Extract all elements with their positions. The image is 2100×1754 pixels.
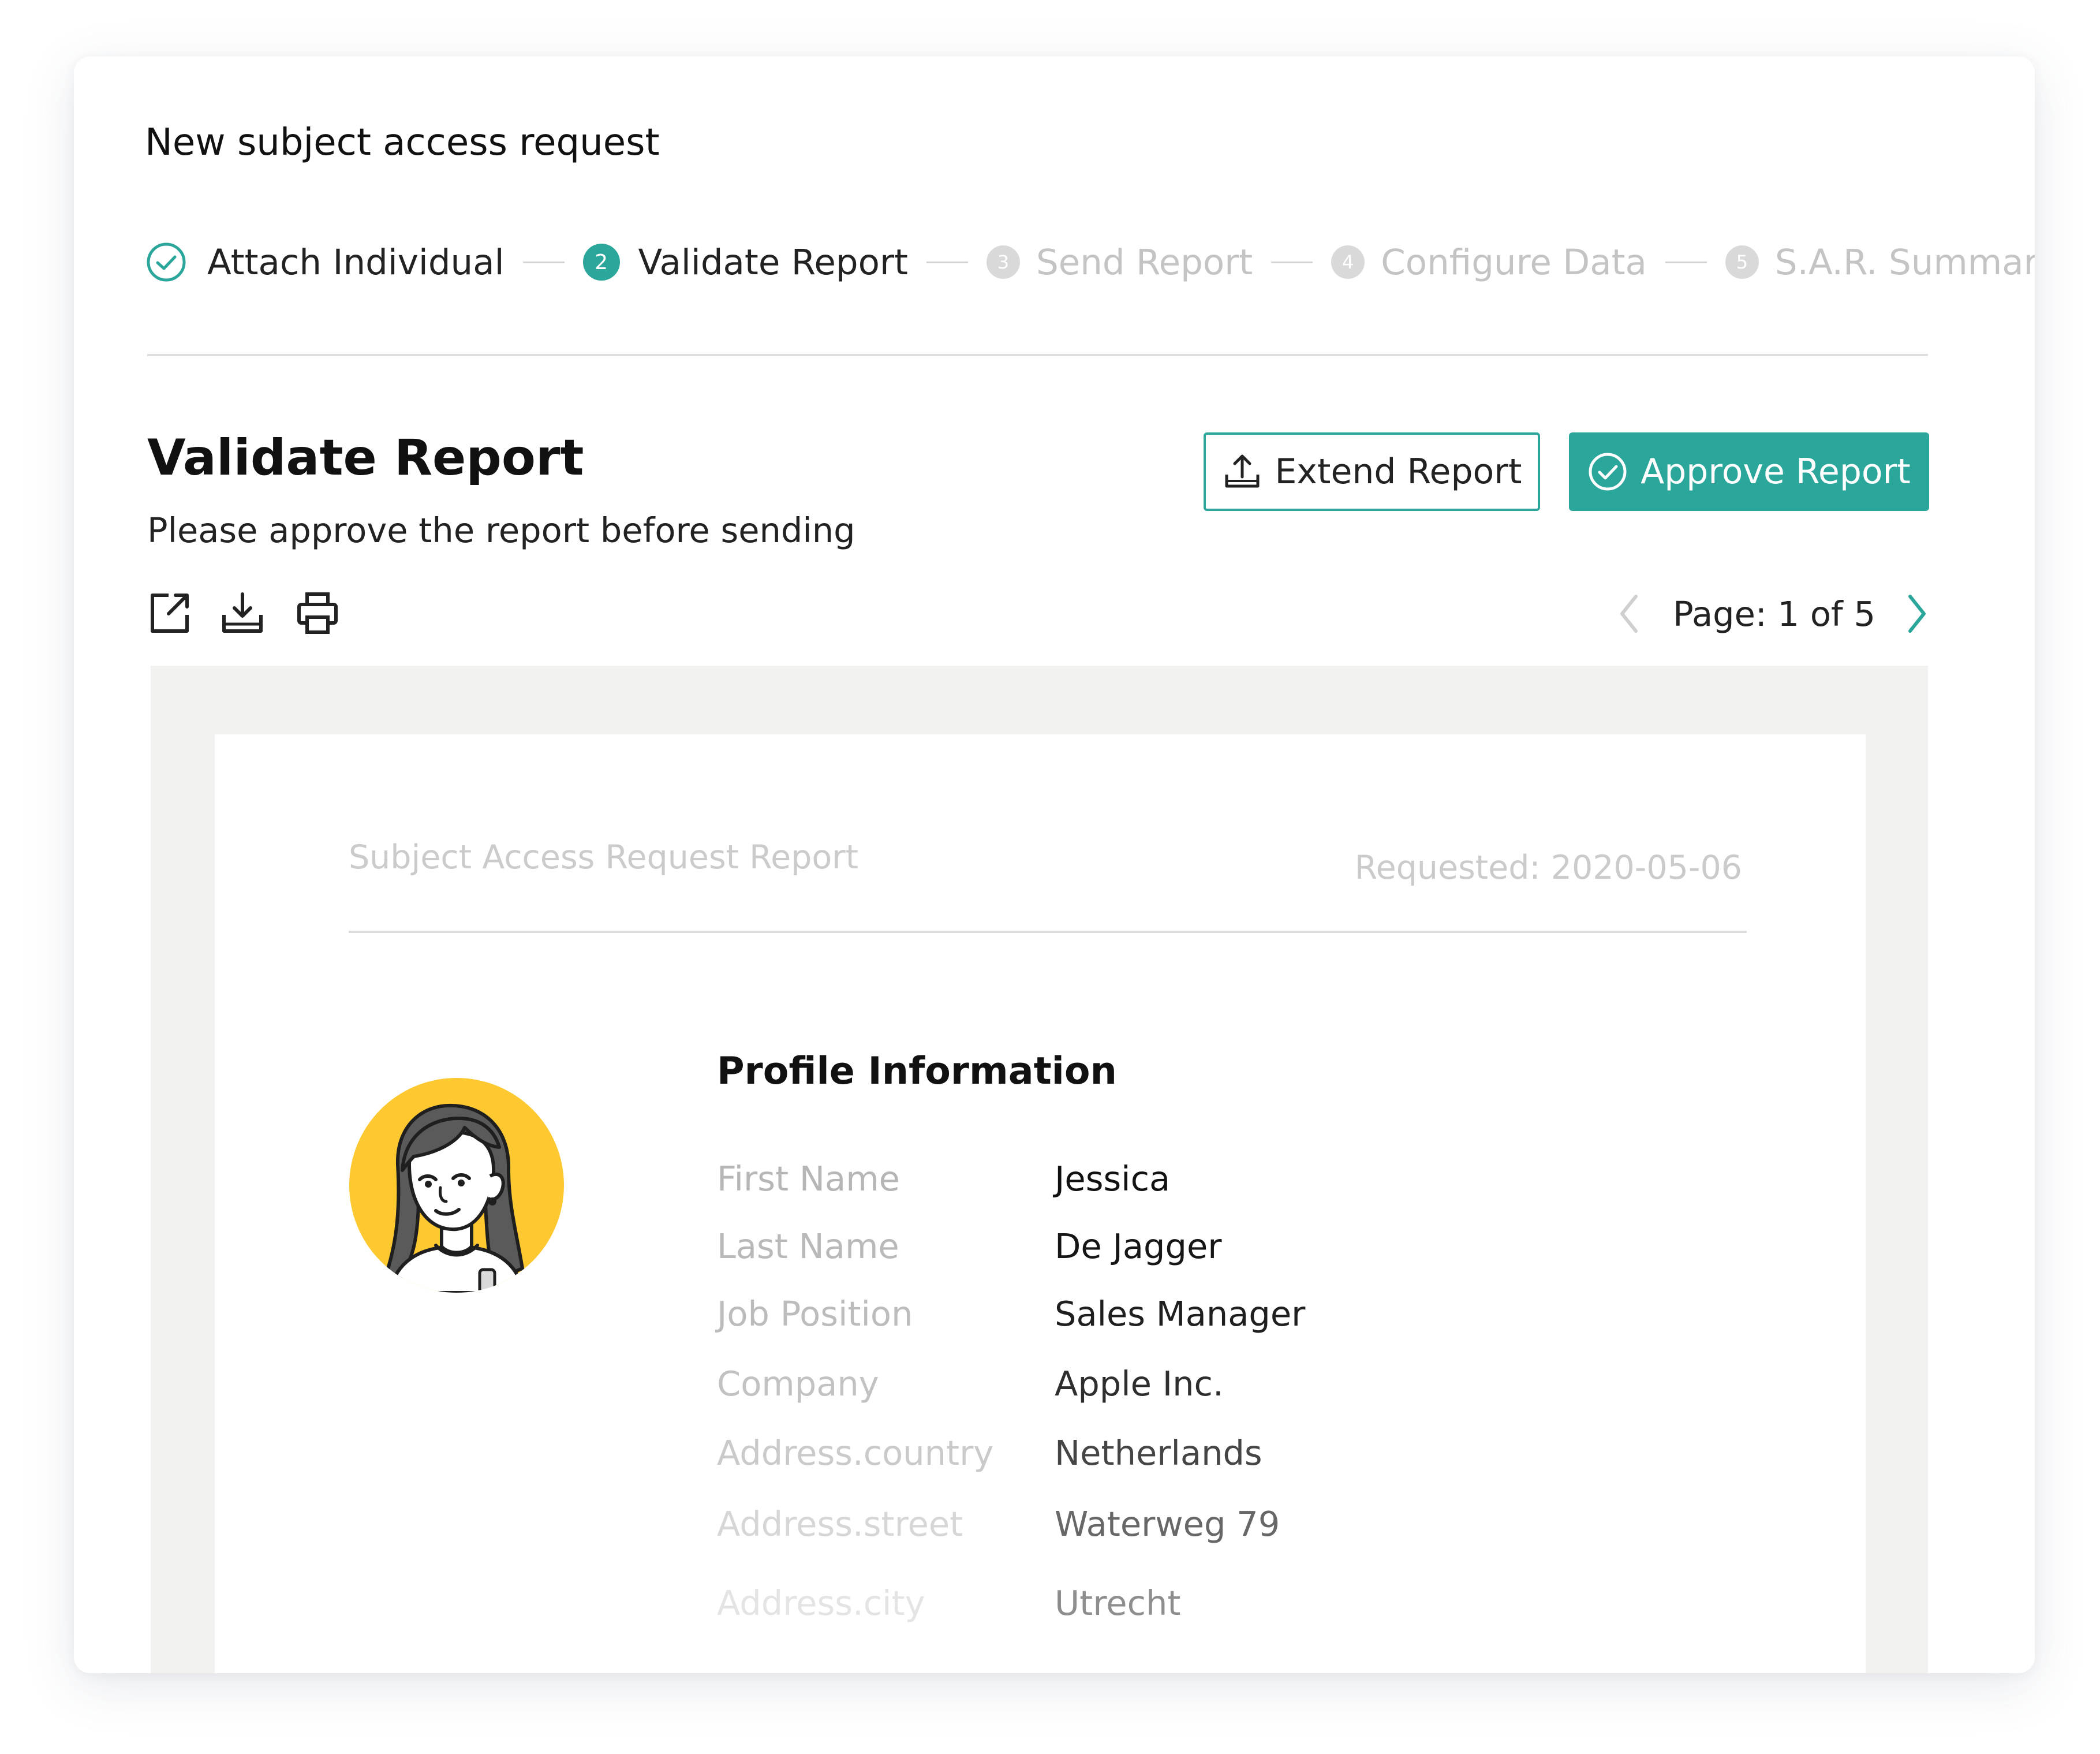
upload-icon xyxy=(1225,454,1260,488)
sar-dialog: New subject access request Attach Indivi… xyxy=(74,57,2035,1673)
report-divider xyxy=(349,931,1747,933)
report-page: Subject Access Request Report Requested:… xyxy=(215,734,1866,1673)
step-label: Attach Individual xyxy=(207,241,505,283)
field-label-address-street: Address.street xyxy=(717,1504,963,1544)
field-label-last-name: Last Name xyxy=(717,1226,899,1266)
page-indicator: Page: 1 of 5 xyxy=(1673,594,1875,634)
step-number: 4 xyxy=(1331,245,1365,279)
stepper-divider xyxy=(147,354,1928,356)
dialog-title: New subject access request xyxy=(145,121,660,164)
report-requested-date: Requested: 2020-05-06 xyxy=(1354,849,1742,887)
step-configure-data[interactable]: 4 Configure Data xyxy=(1331,242,1647,283)
open-external-icon[interactable] xyxy=(148,591,192,636)
check-circle-icon xyxy=(147,242,186,282)
field-value-address-street: Waterweg 79 xyxy=(1055,1504,1280,1544)
avatar xyxy=(349,1078,564,1293)
step-label: S.A.R. Summary xyxy=(1774,241,2035,283)
step-label: Configure Data xyxy=(1381,241,1647,283)
section-subtitle: Please approve the report before sending xyxy=(147,510,855,550)
field-label-company: Company xyxy=(717,1364,879,1404)
extend-report-label: Extend Report xyxy=(1275,451,1522,492)
step-separator xyxy=(1271,261,1313,263)
profile-information-title: Profile Information xyxy=(717,1050,1117,1093)
chevron-right-icon[interactable] xyxy=(1905,593,1929,635)
approve-report-label: Approve Report xyxy=(1641,451,1911,492)
step-label: Send Report xyxy=(1036,241,1253,283)
download-icon[interactable] xyxy=(221,591,264,636)
field-label-address-country: Address.country xyxy=(717,1433,994,1473)
chevron-left-icon[interactable] xyxy=(1617,593,1641,635)
field-value-address-country: Netherlands xyxy=(1055,1433,1262,1473)
field-value-first-name: Jessica xyxy=(1055,1159,1171,1199)
report-viewer[interactable]: Subject Access Request Report Requested:… xyxy=(151,666,1928,1673)
field-value-company: Apple Inc. xyxy=(1055,1364,1224,1404)
check-circle-icon xyxy=(1589,453,1627,491)
field-label-job-position: Job Position xyxy=(717,1294,913,1334)
step-number: 2 xyxy=(582,244,620,281)
field-label-address-city: Address.city xyxy=(717,1583,925,1623)
extend-report-button[interactable]: Extend Report xyxy=(1204,432,1540,511)
step-separator xyxy=(1665,261,1707,263)
step-sar-summary[interactable]: 5 S.A.R. Summary xyxy=(1725,242,2035,283)
approve-report-button[interactable]: Approve Report xyxy=(1569,432,1929,511)
field-value-job-position: Sales Manager xyxy=(1055,1294,1306,1334)
stepper: Attach Individual 2 Validate Report 3 Se… xyxy=(146,239,2035,285)
step-separator xyxy=(522,261,565,263)
field-value-address-city: Utrecht xyxy=(1055,1583,1181,1623)
step-number: 3 xyxy=(986,245,1020,279)
step-separator xyxy=(926,261,968,263)
report-title: Subject Access Request Report xyxy=(349,838,859,876)
step-number: 5 xyxy=(1725,245,1759,279)
step-attach-individual[interactable]: Attach Individual xyxy=(146,242,505,283)
pagination: Page: 1 of 5 xyxy=(1617,591,1929,637)
step-send-report[interactable]: 3 Send Report xyxy=(986,241,1253,283)
field-value-last-name: De Jagger xyxy=(1055,1226,1222,1266)
step-validate-report[interactable]: 2 Validate Report xyxy=(582,241,908,283)
step-label: Validate Report xyxy=(638,241,908,283)
section-title: Validate Report xyxy=(147,429,584,487)
print-icon[interactable] xyxy=(296,591,339,636)
field-label-first-name: First Name xyxy=(717,1159,900,1199)
